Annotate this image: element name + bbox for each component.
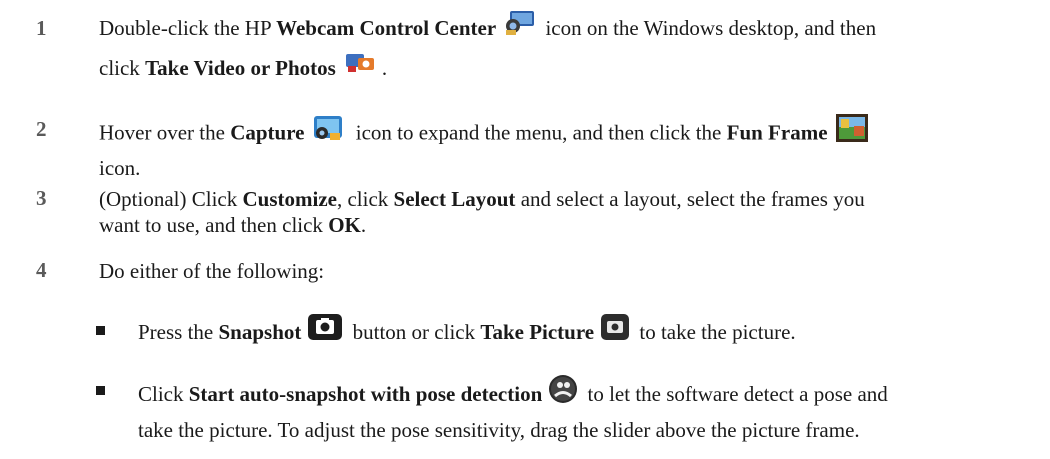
step-4: 4 Do either of the following:	[36, 258, 1036, 284]
bullet-item: Press the Snapshot button or click Take …	[96, 313, 1036, 352]
fun-frame-icon	[834, 112, 870, 151]
step-text: Do either of the following:	[99, 259, 325, 283]
bold-term: Webcam Control Center	[276, 16, 497, 40]
bullet-marker	[96, 326, 105, 335]
bold-term: Start auto-snapshot with pose detection	[188, 381, 543, 406]
step-2: 2 Hover over the Capture icon to expand …	[36, 112, 1036, 182]
bold-term: Customize	[242, 187, 337, 211]
step-text: (Optional) Click Customize, click Select…	[99, 187, 865, 237]
bullet-text: Click Start auto-snapshot with pose dete…	[138, 374, 1036, 445]
pose-detection-icon	[548, 374, 578, 412]
snapshot-camera-icon	[307, 313, 343, 349]
bold-term: Snapshot	[218, 319, 302, 344]
step-number: 4	[36, 258, 47, 282]
step-text: Hover over the Capture icon to expand th…	[99, 112, 1036, 182]
bullet-marker	[96, 386, 105, 395]
take-picture-icon	[600, 313, 630, 349]
bold-term: OK	[328, 213, 361, 237]
step-3: 3 (Optional) Click Customize, click Sele…	[36, 186, 1036, 238]
bold-term: Take Video or Photos	[145, 55, 336, 80]
capture-icon	[310, 113, 346, 150]
take-video-or-photos-icon	[344, 49, 378, 85]
bold-term: Take Picture	[480, 319, 595, 344]
bullet-text: Press the Snapshot button or click Take …	[138, 313, 1036, 352]
step-text: Double-click the HP Webcam Control Cente…	[99, 10, 1036, 88]
bold-term: Capture	[230, 120, 305, 145]
bullet-item: Click Start auto-snapshot with pose dete…	[96, 374, 1036, 445]
bold-term: Select Layout	[393, 187, 516, 211]
step-number: 3	[36, 186, 47, 210]
webcam-control-center-icon	[502, 8, 536, 47]
step-1: 1 Double-click the HP Webcam Control Cen…	[36, 10, 1036, 88]
bold-term: Fun Frame	[726, 120, 828, 145]
step-number: 2	[36, 117, 47, 141]
step-number: 1	[36, 16, 47, 40]
